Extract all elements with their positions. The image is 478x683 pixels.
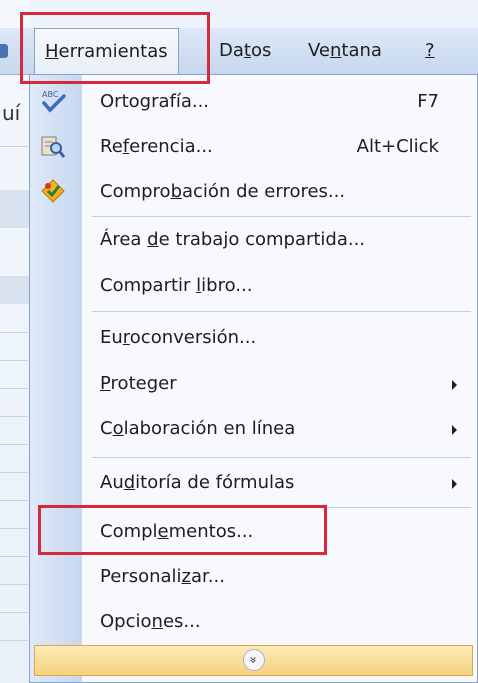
- highlight-box-complementos: [38, 505, 327, 555]
- expand-menu-button[interactable]: »: [34, 645, 473, 676]
- error-check-icon: [40, 178, 66, 204]
- herramientas-dropdown: ABC Ortografía... F7 Referencia... Alt+C…: [29, 74, 478, 683]
- toolbar-band: [0, 190, 30, 228]
- menu-separator: [92, 457, 471, 458]
- menu-item-colaboracion-en-linea[interactable]: Colaboración en línea: [30, 409, 477, 449]
- menu-ventana[interactable]: Ventana: [308, 28, 382, 74]
- menu-item-personalizar[interactable]: Personalizar...: [30, 557, 477, 597]
- menu-item-opciones[interactable]: Opciones...: [30, 602, 477, 642]
- menu-item-euroconversion[interactable]: Euroconversión...: [30, 318, 477, 358]
- grid-line: [0, 528, 28, 529]
- menu-item-compartir-libro[interactable]: Compartir libro...: [30, 266, 477, 306]
- grid-line: [0, 472, 28, 473]
- clipped-text: uí: [2, 101, 21, 125]
- spreadsheet-background: uí: [0, 0, 30, 683]
- shortcut-label: F7: [417, 91, 439, 112]
- grid-line: [0, 146, 28, 147]
- menu-item-area-trabajo-compartida[interactable]: Área de trabajo compartida...: [30, 220, 477, 260]
- grid-line: [0, 388, 28, 389]
- grid-line: [0, 416, 28, 417]
- svg-text:ABC: ABC: [42, 90, 59, 99]
- spelling-check-icon: ABC: [40, 88, 66, 114]
- column-header-band: [0, 276, 30, 304]
- submenu-arrow-icon: [452, 479, 457, 489]
- grid-line: [0, 584, 28, 585]
- menu-datos[interactable]: Datos: [219, 28, 271, 74]
- grid-line: [0, 612, 28, 613]
- grid-line: [0, 360, 28, 361]
- grid-line: [0, 332, 28, 333]
- grid-line: [0, 444, 28, 445]
- grid-line: [0, 500, 28, 501]
- menu-bar-edge: [0, 44, 8, 58]
- grid-line: [0, 640, 28, 641]
- menu-help[interactable]: ?: [425, 28, 435, 74]
- double-chevron-down-icon: »: [242, 649, 265, 671]
- menu-separator: [92, 216, 471, 217]
- submenu-arrow-icon: [452, 380, 457, 390]
- submenu-arrow-icon: [452, 425, 457, 435]
- grid-line: [0, 556, 28, 557]
- menu-item-referencia[interactable]: Referencia... Alt+Click: [30, 127, 477, 167]
- highlight-box-herramientas: [20, 12, 210, 84]
- shortcut-label: Alt+Click: [356, 136, 439, 157]
- menu-separator: [92, 311, 471, 312]
- research-icon: [40, 133, 66, 159]
- menu-item-auditoria-formulas[interactable]: Auditoría de fórmulas: [30, 463, 477, 503]
- menu-item-ortografia[interactable]: ABC Ortografía... F7: [30, 82, 477, 122]
- menu-item-proteger[interactable]: Proteger: [30, 364, 477, 404]
- menu-item-comprobacion-errores[interactable]: Comprobación de errores...: [30, 172, 477, 212]
